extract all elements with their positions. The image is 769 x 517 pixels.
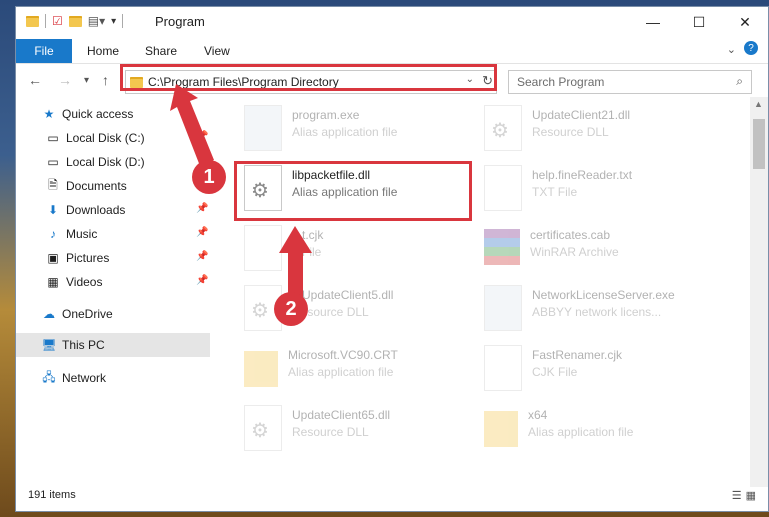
annotation-arrows (170, 84, 312, 300)
step-2-badge: 2 (274, 292, 308, 326)
step-1-badge: 1 (192, 160, 226, 194)
arrow-to-file-icon (279, 226, 312, 300)
arrow-to-address-icon (170, 84, 214, 166)
